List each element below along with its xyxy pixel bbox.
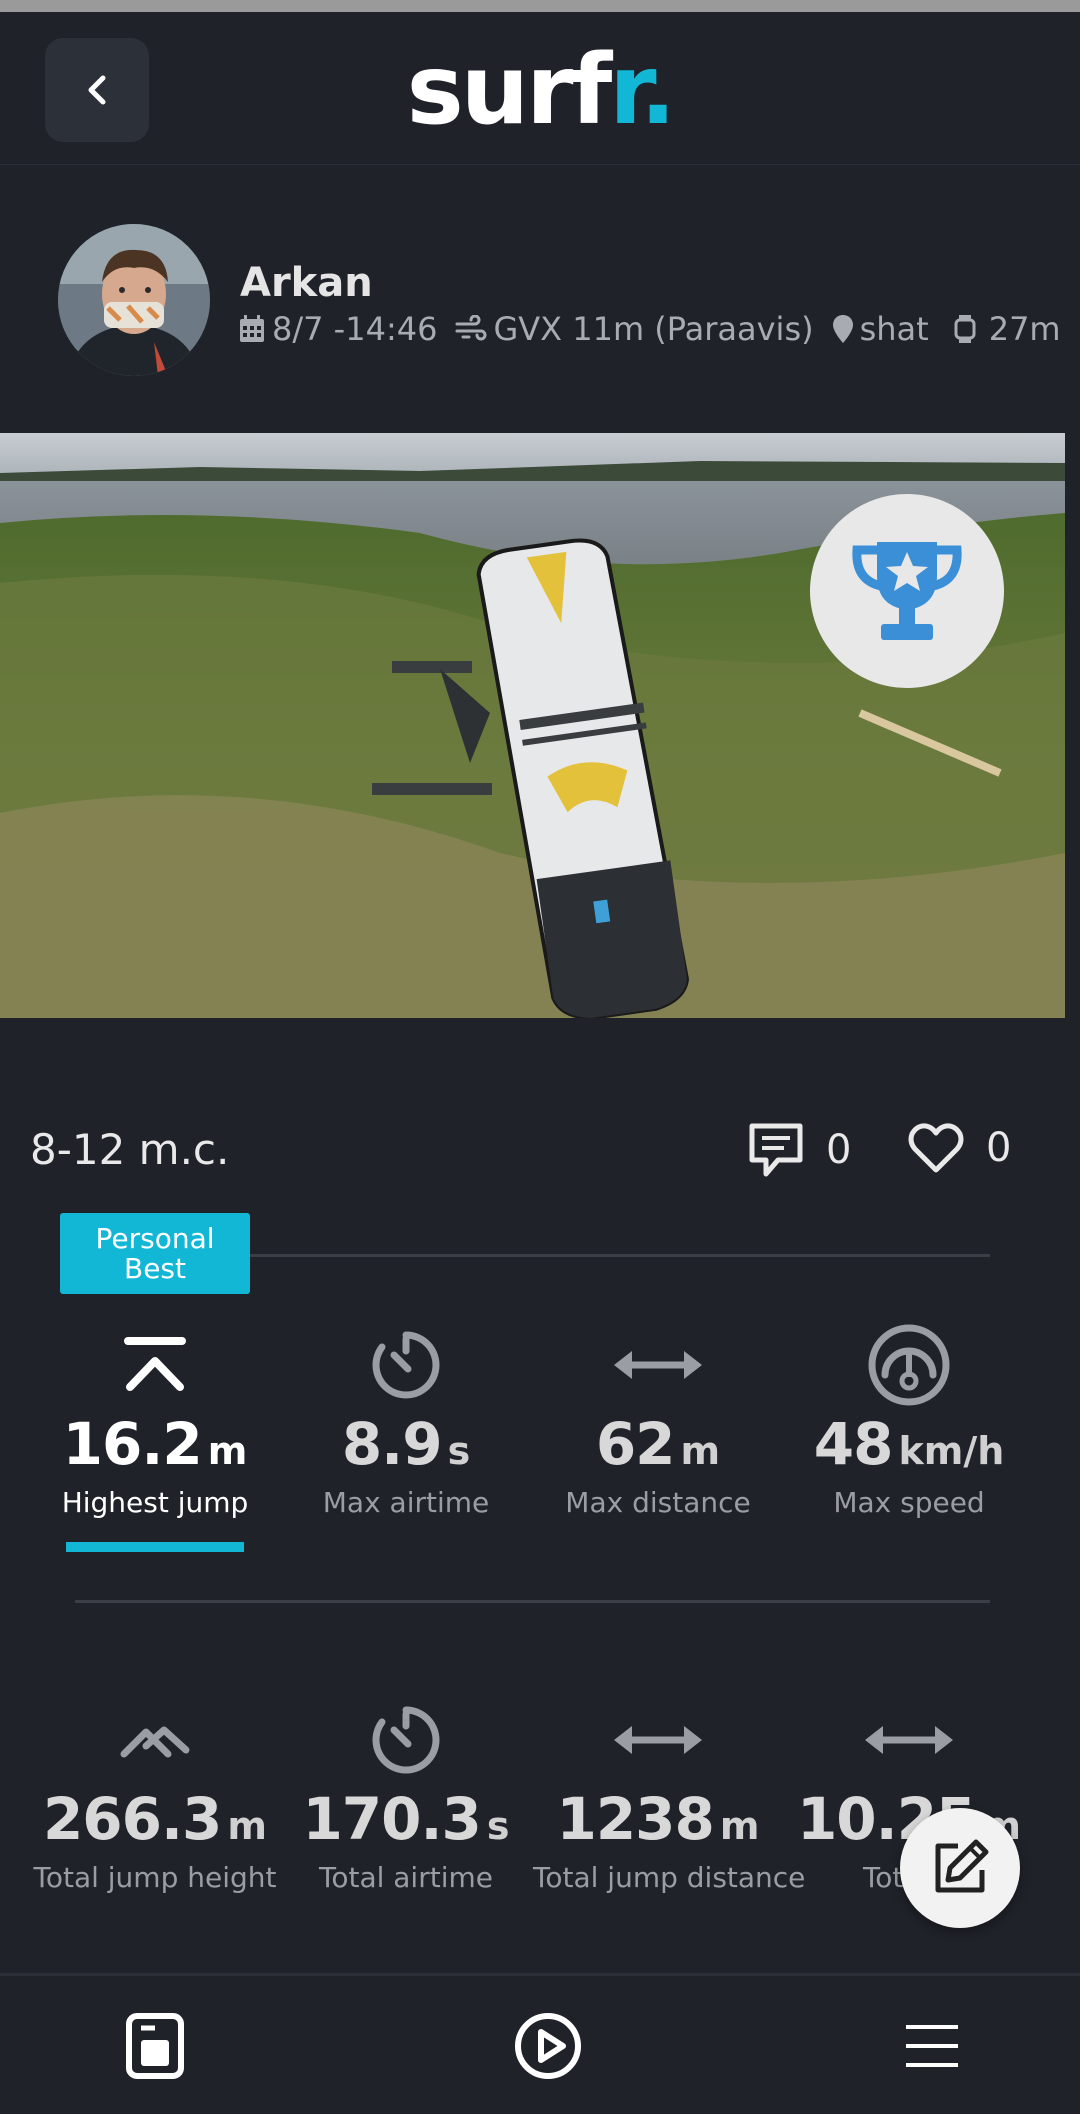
session-location: shat bbox=[859, 310, 929, 348]
comments-button[interactable]: 0 bbox=[748, 1122, 851, 1178]
horizontal-arrows-icon bbox=[865, 1726, 953, 1754]
divider-top bbox=[250, 1254, 990, 1257]
jump-up-icon bbox=[124, 1337, 186, 1391]
watch-icon bbox=[954, 315, 976, 343]
stat-highest-jump[interactable]: 16.2 m Highest jump bbox=[30, 1320, 280, 1519]
calendar-icon bbox=[240, 315, 264, 342]
like-count: 0 bbox=[986, 1125, 1012, 1171]
session-author: Arkan 8/7 -14:46 GVX 11m (Paraavis) shat bbox=[0, 210, 1080, 380]
achievement-badge[interactable] bbox=[810, 494, 1004, 688]
nav-menu[interactable] bbox=[882, 1996, 982, 2096]
wind-icon bbox=[455, 315, 487, 341]
avatar[interactable] bbox=[58, 224, 210, 376]
nav-sessions[interactable] bbox=[105, 1996, 205, 2096]
personal-best-badge: Personal Best bbox=[60, 1213, 250, 1294]
surfr-logo: surfr. bbox=[406, 34, 677, 146]
session-gear: GVX 11m (Paraavis) bbox=[493, 310, 814, 348]
horizontal-arrows-icon bbox=[614, 1726, 702, 1754]
personal-best-line1: Personal bbox=[95, 1221, 215, 1255]
menu-icon bbox=[906, 2025, 958, 2067]
speedometer-icon bbox=[868, 1324, 950, 1406]
like-button[interactable]: 0 bbox=[908, 1122, 1011, 1174]
edit-icon bbox=[935, 1839, 989, 1893]
session-date: 8/7 -14:46 bbox=[272, 310, 438, 348]
status-bar bbox=[0, 0, 1080, 12]
edit-session-button[interactable] bbox=[900, 1808, 1020, 1928]
double-chevron-up-icon bbox=[120, 1726, 190, 1758]
wind-condition: 8-12 m.c. bbox=[30, 1125, 230, 1174]
sessions-icon bbox=[126, 2013, 184, 2079]
timer-icon bbox=[372, 1706, 440, 1774]
timer-icon bbox=[372, 1331, 440, 1399]
bottom-navigation bbox=[0, 1973, 1080, 2114]
location-pin-icon bbox=[832, 315, 853, 343]
app-header: surfr. bbox=[0, 12, 1080, 165]
horizontal-arrows-icon bbox=[614, 1351, 702, 1379]
divider-middle bbox=[75, 1600, 990, 1603]
personal-best-line2: Best bbox=[123, 1251, 186, 1285]
comment-count: 0 bbox=[826, 1127, 852, 1173]
stat-total-jump-distance[interactable]: 1238 m Total jump distance bbox=[533, 1695, 805, 1894]
user-name[interactable]: Arkan bbox=[240, 260, 373, 306]
active-stat-indicator bbox=[66, 1542, 244, 1552]
nav-play[interactable] bbox=[498, 1996, 598, 2096]
play-icon bbox=[515, 2013, 581, 2079]
stat-max-distance[interactable]: 62 m Max distance bbox=[533, 1320, 783, 1519]
session-duration: 27m bbox=[988, 310, 1061, 348]
comment-icon bbox=[749, 1123, 803, 1177]
trophy-icon bbox=[852, 542, 962, 640]
stat-max-speed[interactable]: 48 km/h Max speed bbox=[784, 1320, 1034, 1519]
stat-total-jump-height[interactable]: 266.3 m Total jump height bbox=[30, 1695, 280, 1894]
stat-max-airtime[interactable]: 8.9 s Max airtime bbox=[281, 1320, 531, 1519]
session-meta: 8/7 -14:46 GVX 11m (Paraavis) shat 27m bbox=[238, 310, 1079, 348]
stat-total-airtime[interactable]: 170.3 s Total airtime bbox=[281, 1695, 531, 1894]
heart-icon bbox=[908, 1123, 964, 1173]
